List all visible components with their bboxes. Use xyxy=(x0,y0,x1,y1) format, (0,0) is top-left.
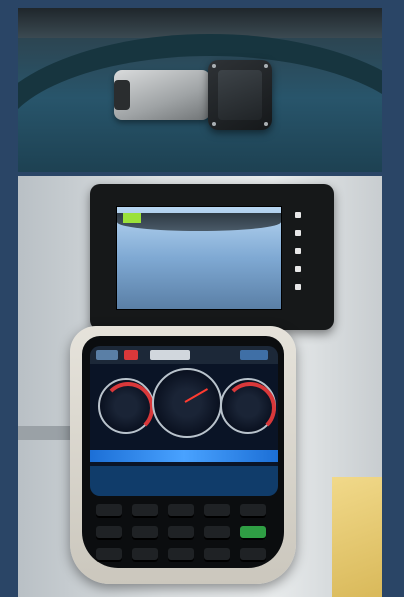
right-gauge-redline xyxy=(224,382,276,434)
cluster-top-bar xyxy=(90,346,278,364)
monitor-side-button xyxy=(295,284,301,290)
sensor-bolt xyxy=(212,122,216,126)
cluster-blue-band xyxy=(90,450,278,462)
keypad-key xyxy=(204,548,230,562)
keypad-key xyxy=(204,504,230,518)
keypad-key xyxy=(168,526,194,540)
cluster-bottom-band xyxy=(90,466,278,496)
cluster-bar-item xyxy=(150,350,190,360)
keypad-key xyxy=(168,548,194,562)
monitor-side-button xyxy=(295,266,301,272)
camera-view-screen xyxy=(116,206,282,310)
cluster-bar-item xyxy=(124,350,138,360)
monitor-side-button xyxy=(295,212,301,218)
keypad-key xyxy=(240,548,266,562)
monitor-side-button xyxy=(295,248,301,254)
keypad-key xyxy=(96,526,122,540)
left-gauge-redline xyxy=(102,382,154,434)
cluster-screen xyxy=(90,346,278,496)
sensor-bolt xyxy=(212,64,216,68)
camera-lens xyxy=(114,80,130,110)
camera-view-horizon xyxy=(117,213,281,231)
keypad-key xyxy=(240,526,266,540)
keypad-key xyxy=(240,504,266,518)
keypad-key xyxy=(132,548,158,562)
status-indicator xyxy=(123,213,141,223)
keypad-key xyxy=(168,504,194,518)
sensor-bolt xyxy=(264,64,268,68)
photo-cab-displays xyxy=(18,176,382,597)
keypad-key xyxy=(132,504,158,518)
keypad-icon xyxy=(92,498,276,568)
keypad-key xyxy=(132,526,158,540)
cluster-bar-item xyxy=(240,350,268,360)
keypad-key xyxy=(204,526,230,540)
monitor-side-button xyxy=(295,230,301,236)
warning-sign xyxy=(332,477,382,597)
photo-camera-mount xyxy=(18,8,382,172)
keypad-key xyxy=(96,504,122,518)
center-gauge xyxy=(152,368,222,438)
cluster-bar-item xyxy=(96,350,118,360)
sensor-plate xyxy=(218,70,262,120)
keypad-key xyxy=(96,548,122,562)
sensor-bolt xyxy=(264,122,268,126)
